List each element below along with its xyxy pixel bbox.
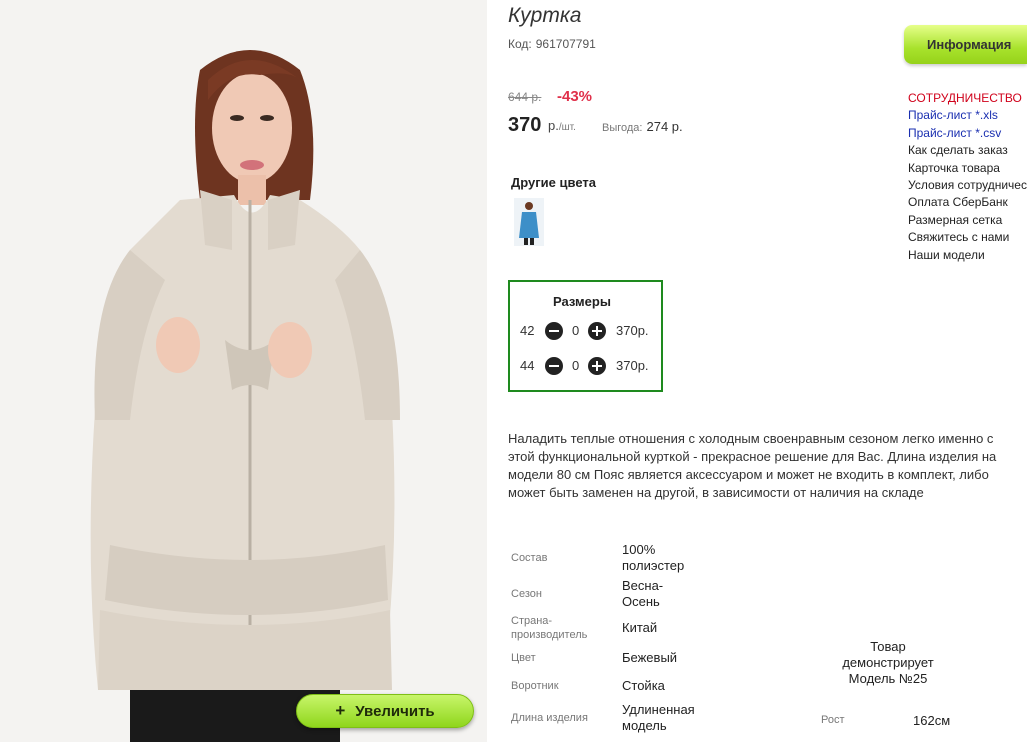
sidebar-link-size-chart[interactable]: Размерная сетка [908, 212, 1027, 229]
spec-label: Состав [511, 552, 548, 564]
size-quantity: 0 [572, 323, 580, 338]
decrease-quantity-minus-icon[interactable] [545, 357, 563, 375]
product-code-value: 961707791 [535, 37, 596, 51]
price-currency: р. [548, 118, 559, 133]
blue-jacket-thumbnail-icon [514, 198, 544, 246]
product-title: Куртка [508, 4, 582, 27]
decrease-quantity-minus-icon[interactable] [545, 322, 563, 340]
spec-label: Цвет [511, 652, 536, 664]
spec-value: Китай [622, 620, 658, 635]
spec-label: Страна-производитель [511, 615, 588, 641]
sidebar-link-price-csv[interactable]: Прайс-лист *.csv [908, 125, 1027, 142]
sidebar-menu: СОТРУДНИЧЕСТВО Прайс-лист *.xls Прайс-ли… [908, 90, 1027, 264]
spec-value: Удлиненная модель [622, 702, 695, 733]
spec-label: Воротник [511, 680, 559, 692]
sidebar-link-price-xls[interactable]: Прайс-лист *.xls [908, 107, 1027, 124]
plus-icon: + [335, 701, 346, 720]
price-benefit: Выгода: 274 р. [602, 119, 683, 134]
size-label: 44 [520, 358, 535, 373]
size-price: 370р. [616, 358, 649, 373]
sidebar-link-product-card[interactable]: Карточка товара [908, 160, 1027, 177]
size-price: 370р. [616, 323, 649, 338]
enlarge-button[interactable]: + Увеличить [296, 694, 474, 728]
benefit-value: 274 р. [646, 119, 683, 134]
model-note: Товар демонстрирует Модель №25 [842, 639, 934, 686]
other-colors-title: Другие цвета [511, 175, 596, 190]
model-height-label: Рост [821, 714, 845, 726]
discount-badge: -43% [557, 88, 593, 105]
spec-label: Длина изделия [511, 712, 588, 724]
product-code-label: Код: [508, 37, 532, 51]
sidebar-link-terms[interactable]: Условия сотрудничества [908, 177, 1027, 194]
model-height-value: 162см [913, 713, 951, 728]
enlarge-button-label: Увеличить [355, 702, 435, 720]
sidebar-link-sberbank-payment[interactable]: Оплата СберБанк [908, 194, 1027, 211]
sidebar-link-cooperation[interactable]: СОТРУДНИЧЕСТВО [908, 90, 1027, 107]
sidebar-link-our-models[interactable]: Наши модели [908, 247, 1027, 264]
product-code: Код: 961707791 [508, 37, 596, 51]
product-description: Наладить теплые отношения с холодным сво… [508, 431, 997, 500]
spec-value: Бежевый [622, 650, 678, 665]
increase-quantity-plus-icon[interactable] [588, 357, 606, 375]
benefit-label: Выгода: [602, 122, 643, 134]
sizes-title: Размеры [553, 294, 611, 309]
price-unit: р./шт. [548, 118, 576, 133]
spec-value: Весна-Осень [622, 578, 664, 609]
product-photo[interactable] [0, 0, 487, 742]
current-price: 370 [508, 114, 542, 136]
size-quantity: 0 [572, 358, 580, 373]
color-swatch-blue[interactable] [514, 198, 544, 246]
spec-label: Сезон [511, 588, 542, 600]
sidebar-link-contact[interactable]: Свяжитесь с нами [908, 229, 1027, 246]
price-per-unit: /шт. [558, 122, 576, 133]
info-button[interactable]: Информация [904, 25, 1027, 64]
increase-quantity-plus-icon[interactable] [588, 322, 606, 340]
model-in-beige-jacket-image [0, 0, 487, 742]
old-price: 644 р. [508, 90, 542, 104]
spec-value: Стойка [622, 678, 665, 693]
spec-value: 100% полиэстер [622, 542, 685, 573]
sidebar-link-how-to-order[interactable]: Как сделать заказ [908, 142, 1027, 159]
size-label: 42 [520, 323, 535, 338]
